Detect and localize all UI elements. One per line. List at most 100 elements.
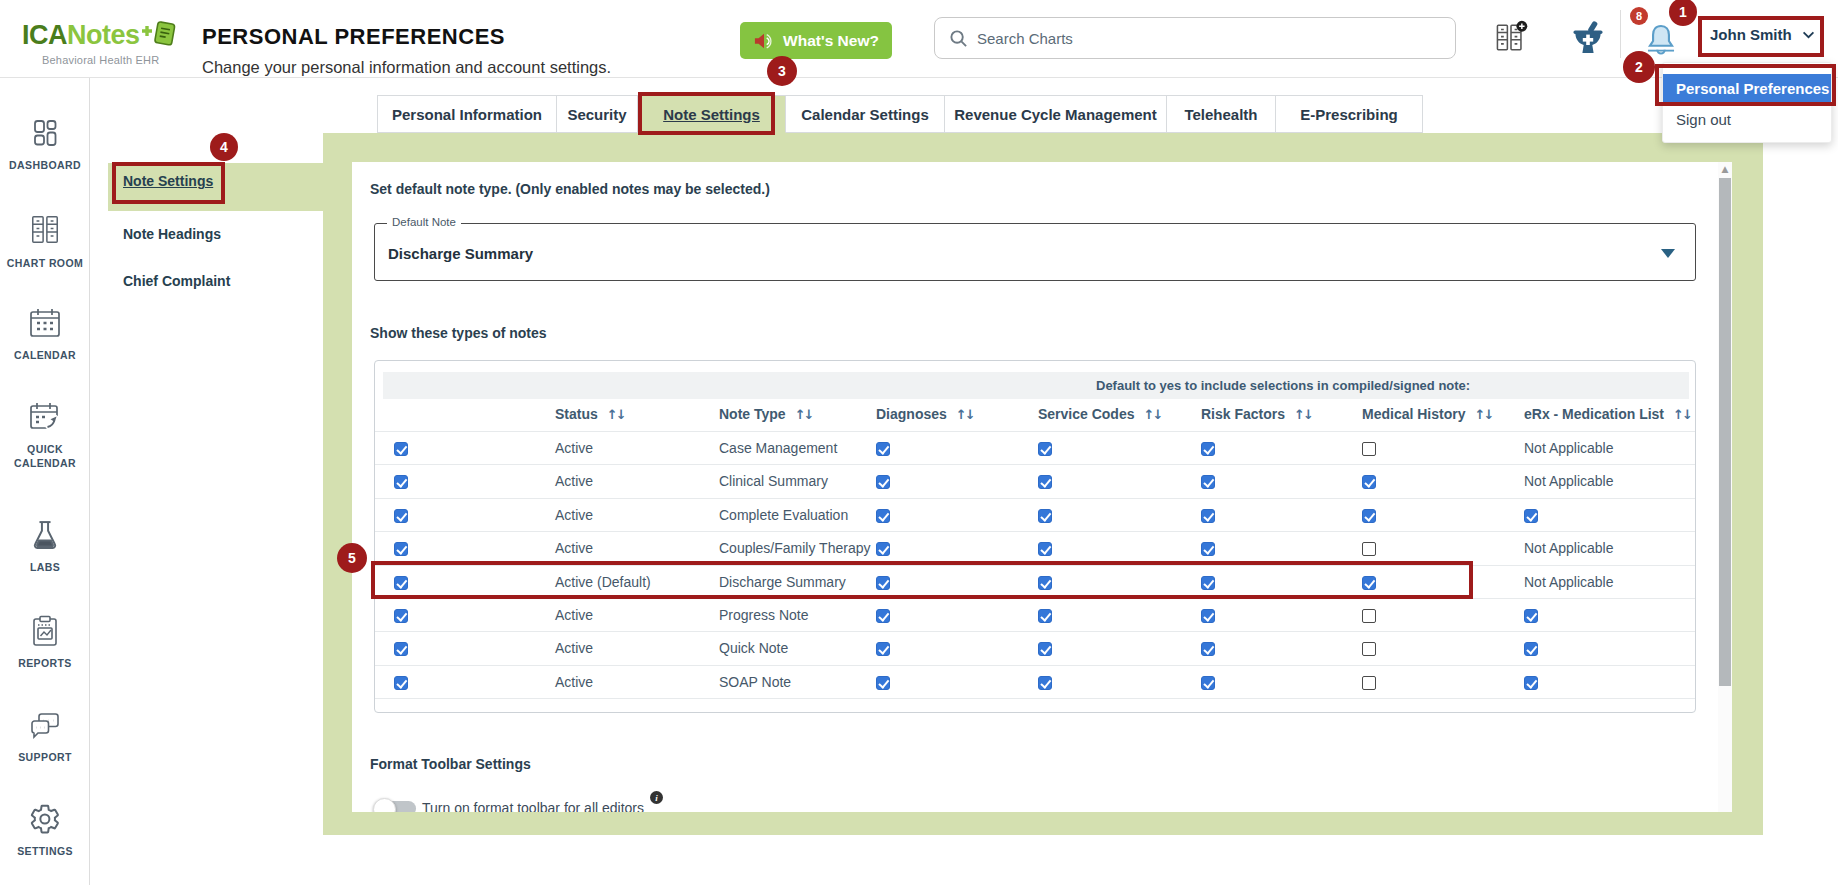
service-codes-checkbox[interactable] — [1038, 442, 1052, 456]
medical-history-checkbox[interactable] — [1362, 676, 1376, 690]
sort-icon[interactable]: ↑↓ — [607, 407, 625, 422]
note-type-cell: Discharge Summary — [719, 574, 846, 590]
panel-scrollbar[interactable]: ▲ — [1718, 162, 1732, 812]
sort-icon[interactable]: ↑↓ — [795, 407, 813, 422]
sort-icon[interactable]: ↑↓ — [1294, 407, 1312, 422]
tab-personal-information[interactable]: Personal Information — [377, 95, 557, 133]
note-settings-panel: Set default note type. (Only enabled not… — [352, 162, 1732, 812]
service-codes-checkbox[interactable] — [1038, 676, 1052, 690]
sidebar-item-reports[interactable]: REPORTS — [0, 615, 90, 670]
app-logo[interactable]: ICANotes — [22, 20, 140, 51]
service-codes-checkbox[interactable] — [1038, 542, 1052, 556]
pharmacy-icon[interactable] — [1572, 21, 1604, 61]
diagnoses-checkbox[interactable] — [876, 509, 890, 523]
dashboard-icon — [29, 117, 61, 153]
erx-checkbox[interactable] — [1524, 642, 1538, 656]
scrollbar-thumb[interactable] — [1719, 178, 1731, 686]
risk-factors-checkbox[interactable] — [1201, 609, 1215, 623]
subnav-item-note-headings[interactable]: Note Headings — [123, 226, 221, 242]
medical-history-checkbox[interactable] — [1362, 475, 1376, 489]
diagnoses-checkbox[interactable] — [876, 676, 890, 690]
sidebar-item-calendar[interactable]: CALENDAR — [0, 307, 90, 362]
diagnoses-checkbox[interactable] — [876, 475, 890, 489]
enabled-checkbox[interactable] — [394, 576, 408, 590]
user-menu-button[interactable]: John Smith — [1710, 26, 1815, 43]
sort-icon[interactable]: ↑↓ — [956, 407, 974, 422]
sort-icon[interactable]: ↑↓ — [1474, 407, 1492, 422]
user-dropdown-menu: Personal Preferences Sign out — [1662, 62, 1832, 143]
risk-factors-checkbox[interactable] — [1201, 509, 1215, 523]
tab-calendar-settings[interactable]: Calendar Settings — [786, 95, 945, 133]
risk-factors-checkbox[interactable] — [1201, 576, 1215, 590]
diagnoses-checkbox[interactable] — [876, 576, 890, 590]
medical-history-checkbox[interactable] — [1362, 642, 1376, 656]
sort-icon[interactable]: ↑↓ — [1144, 407, 1162, 422]
menu-item-sign-out[interactable]: Sign out — [1676, 111, 1731, 128]
chart-rack-icon[interactable] — [1492, 19, 1530, 61]
sidebar-item-label: CALENDAR — [2, 348, 88, 362]
sidebar-item-dashboard[interactable]: DASHBOARD — [0, 117, 90, 172]
enabled-checkbox[interactable] — [394, 676, 408, 690]
tab-e-prescribing[interactable]: E-Prescribing — [1276, 95, 1423, 133]
service-codes-checkbox[interactable] — [1038, 475, 1052, 489]
default-note-select[interactable]: Default Note Discharge Summary — [374, 223, 1696, 281]
whats-new-button[interactable]: What's New? — [740, 22, 892, 59]
menu-item-personal-preferences[interactable]: Personal Preferences — [1663, 74, 1831, 104]
info-icon[interactable]: i — [650, 791, 663, 804]
risk-factors-checkbox[interactable] — [1201, 475, 1215, 489]
subnav-item-chief-complaint[interactable]: Chief Complaint — [123, 273, 230, 289]
diagnoses-checkbox[interactable] — [876, 609, 890, 623]
tab-security[interactable]: Security — [557, 95, 638, 133]
subnav-item-note-settings[interactable]: Note Settings — [123, 173, 213, 189]
medical-history-checkbox[interactable] — [1362, 542, 1376, 556]
enabled-checkbox[interactable] — [394, 542, 408, 556]
settings-subnav: Note Settings Note Headings Chief Complain… — [90, 78, 323, 835]
enabled-checkbox[interactable] — [394, 475, 408, 489]
service-codes-checkbox[interactable] — [1038, 509, 1052, 523]
service-codes-checkbox[interactable] — [1038, 609, 1052, 623]
diagnoses-checkbox[interactable] — [876, 542, 890, 556]
page-subtitle: Change your personal information and acc… — [202, 58, 611, 77]
note-type-row-complete-evaluation: ActiveComplete Evaluation — [375, 498, 1695, 531]
risk-factors-checkbox[interactable] — [1201, 442, 1215, 456]
enabled-checkbox[interactable] — [394, 642, 408, 656]
diagnoses-checkbox[interactable] — [876, 642, 890, 656]
diagnoses-checkbox[interactable] — [876, 442, 890, 456]
medical-history-checkbox[interactable] — [1362, 576, 1376, 590]
table-footer-space — [375, 698, 1695, 732]
medical-history-checkbox[interactable] — [1362, 442, 1376, 456]
sort-icon[interactable]: ↑↓ — [1673, 407, 1691, 422]
note-type-cell: Complete Evaluation — [719, 507, 848, 523]
logo-ica: ICA — [22, 20, 67, 50]
erx-checkbox[interactable] — [1524, 609, 1538, 623]
search-charts-input[interactable]: Search Charts — [934, 17, 1456, 59]
scroll-up-arrow[interactable]: ▲ — [1718, 164, 1732, 176]
status-cell: Active (Default) — [555, 574, 651, 590]
logo-notes: Notes — [67, 20, 140, 50]
tab-note-settings[interactable]: Note Settings — [638, 95, 786, 133]
tab-telehealth[interactable]: Telehealth — [1167, 95, 1276, 133]
risk-factors-checkbox[interactable] — [1201, 542, 1215, 556]
erx-checkbox[interactable] — [1524, 676, 1538, 690]
sidebar-item-support[interactable]: SUPPORT — [0, 711, 90, 764]
header-divider — [1620, 10, 1621, 58]
risk-factors-checkbox[interactable] — [1201, 642, 1215, 656]
enabled-checkbox[interactable] — [394, 509, 408, 523]
tab-revenue-cycle-management[interactable]: Revenue Cycle Management — [945, 95, 1167, 133]
service-codes-checkbox[interactable] — [1038, 642, 1052, 656]
enabled-checkbox[interactable] — [394, 442, 408, 456]
format-toolbar-toggle[interactable] — [374, 801, 416, 812]
sidebar-item-labs[interactable]: LABS — [0, 519, 90, 574]
sidebar-item-quick-calendar[interactable]: QUICK CALENDAR — [0, 401, 90, 470]
sidebar-item-settings[interactable]: SETTINGS — [0, 803, 90, 858]
erx-checkbox[interactable] — [1524, 509, 1538, 523]
user-name: John Smith — [1710, 26, 1792, 43]
erx-cell: Not Applicable — [1524, 473, 1614, 489]
medical-history-checkbox[interactable] — [1362, 609, 1376, 623]
sidebar-item-chart-room[interactable]: CHART ROOM — [0, 213, 90, 270]
note-type-cell: Quick Note — [719, 640, 788, 656]
enabled-checkbox[interactable] — [394, 609, 408, 623]
medical-history-checkbox[interactable] — [1362, 509, 1376, 523]
risk-factors-checkbox[interactable] — [1201, 676, 1215, 690]
service-codes-checkbox[interactable] — [1038, 576, 1052, 590]
